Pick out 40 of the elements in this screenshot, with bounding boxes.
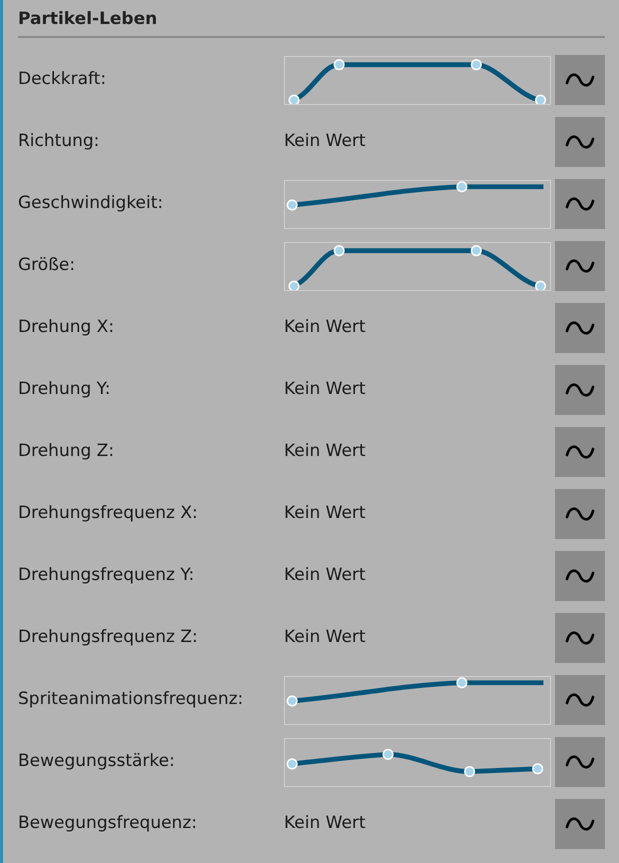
property-label: Richtung: [18, 130, 100, 154]
curve-button[interactable] [555, 241, 606, 291]
property-label: Drehungsfrequenz X: [18, 502, 199, 526]
curve-editor[interactable] [284, 180, 552, 228]
property-label: Drehung Y: [18, 378, 112, 402]
property-label: Drehung X: [18, 316, 116, 340]
curve-editor[interactable] [284, 738, 552, 786]
value-text: Kein Wert [284, 502, 367, 526]
curve-button[interactable] [555, 489, 605, 539]
property-label: Bewegungsstärke: [18, 750, 176, 774]
value-text: Kein Wert [284, 812, 367, 836]
curve-button[interactable] [555, 551, 605, 601]
property-label: Geschwindigkeit: [18, 192, 164, 216]
curve-button[interactable] [555, 365, 605, 415]
value-text: Kein Wert [284, 316, 367, 340]
property-label: Deckkraft: [18, 68, 108, 92]
curve-button[interactable] [555, 675, 606, 725]
curve-button[interactable] [555, 737, 606, 787]
curve-button[interactable] [555, 303, 605, 353]
property-label: Drehungsfrequenz Y: [18, 564, 196, 588]
section-title: Partikel-Leben [18, 0, 605, 38]
curve-button[interactable] [555, 427, 605, 477]
curve-button[interactable] [555, 613, 605, 663]
property-label: Drehung Z: [18, 440, 116, 464]
value-text: Kein Wert [284, 564, 367, 588]
value-text: Kein Wert [284, 440, 367, 464]
property-label: Spriteanimationsfrequenz: [18, 688, 244, 712]
value-text: Kein Wert [284, 626, 367, 650]
value-text: Kein Wert [284, 378, 367, 402]
property-label: Drehungsfrequenz Z: [18, 626, 199, 650]
value-text: Kein Wert [284, 130, 367, 154]
curve-button[interactable] [555, 117, 605, 167]
curve-editor[interactable] [284, 56, 552, 104]
curve-editor[interactable] [284, 676, 552, 724]
curve-editor[interactable] [284, 242, 552, 290]
property-label: Größe: [18, 254, 76, 278]
property-label: Bewegungsfrequenz: [18, 812, 198, 836]
curve-button[interactable] [555, 55, 606, 105]
curve-button[interactable] [555, 179, 606, 229]
curve-button[interactable] [555, 799, 605, 849]
